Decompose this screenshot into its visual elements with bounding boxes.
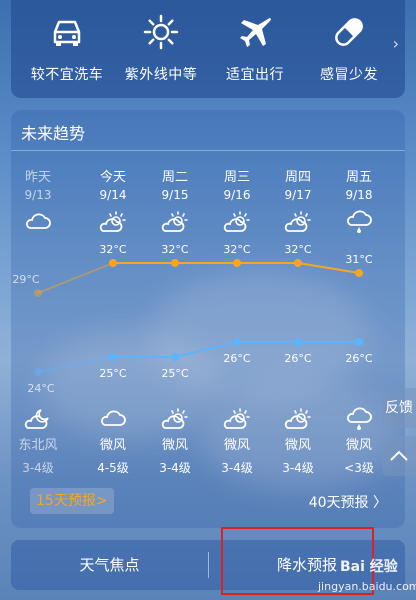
partly-cloudy-icon (161, 408, 188, 429)
day-date: 9/18 (345, 188, 373, 202)
low-temp-label: 26°C (284, 352, 311, 365)
partly-cloudy-icon (223, 408, 250, 429)
wind-level: 3-4级 (159, 461, 191, 475)
forecast-40-day-button[interactable]: 40天预报 〉 (309, 492, 387, 512)
partly-cloudy-icon (284, 408, 311, 429)
life-item-cold[interactable]: 感冒少发 (303, 0, 395, 98)
high-temp-label: 32°C (161, 243, 188, 256)
life-item-car-wash[interactable]: 较不宜洗车 (21, 0, 113, 98)
low-temp-point (34, 368, 42, 376)
high-temp-point (294, 259, 302, 267)
pill-icon (335, 18, 363, 46)
day-date: 9/13 (24, 188, 52, 202)
high-temp-label: 32°C (99, 243, 126, 256)
collapse-button[interactable] (382, 436, 416, 476)
sun-uv-icon (143, 14, 179, 50)
high-temp-point (34, 289, 42, 297)
day-date: 9/16 (223, 188, 251, 202)
chevron-right-icon[interactable]: › (393, 34, 399, 53)
partly-cloudy-icon (99, 211, 126, 232)
day-name: 周五 (345, 170, 372, 185)
wind-level: 3-4级 (221, 461, 253, 475)
high-temp-label: 31°C (345, 253, 372, 266)
partly-cloudy-icon (284, 211, 311, 232)
low-temp-point (171, 353, 179, 361)
wind-level: 3-4级 (282, 461, 314, 475)
high-temp-label: 32°C (223, 243, 250, 256)
partly-cloudy-icon (223, 211, 250, 232)
high-temp-point (233, 259, 241, 267)
cloudy-icon (26, 213, 51, 229)
trend-card: 未来趋势 29°C 32°C 32°C 32°C 32°C 31°C 24°C 25°C 25°… (11, 110, 405, 528)
baidu-jingyan-watermark: Bai 经验 jingyan.baidu.com (258, 556, 416, 596)
wind-level: <3级 (344, 461, 374, 475)
life-item-label: 感冒少发 (320, 67, 378, 83)
life-item-label: 较不宜洗车 (30, 67, 104, 83)
day-name: 昨天 (24, 170, 51, 185)
high-temp-segment (37, 262, 114, 294)
wind-direction: 微风 (345, 438, 372, 453)
low-temp-point (355, 338, 363, 346)
low-temp-point (233, 338, 241, 346)
low-temp-point (109, 353, 117, 361)
day-name: 今天 (99, 170, 126, 185)
wind-direction: 微风 (284, 438, 311, 453)
life-item-label: 适宜出行 (226, 67, 284, 83)
wind-direction: 微风 (223, 438, 250, 453)
car-wash-icon (53, 20, 81, 46)
high-temp-point (171, 259, 179, 267)
low-temp-label: 25°C (161, 367, 188, 380)
wind-direction: 微风 (161, 438, 188, 453)
high-temp-point (109, 259, 117, 267)
tab-weather-focus[interactable]: 天气焦点 (11, 540, 208, 590)
feedback-button[interactable]: 反馈 (382, 388, 416, 428)
rain-icon (347, 407, 372, 430)
high-temp-label: 32°C (284, 243, 311, 256)
day-date: 9/17 (284, 188, 312, 202)
low-temp-label: 24°C (27, 382, 54, 395)
high-temp-point (355, 269, 363, 277)
cloudy-icon (101, 410, 126, 426)
wind-direction: 微风 (99, 438, 126, 453)
cloudy-moon-icon (24, 409, 49, 429)
low-temp-label: 25°C (99, 367, 126, 380)
partly-cloudy-icon (161, 211, 188, 232)
day-name: 周三 (223, 170, 250, 185)
day-name: 周四 (284, 170, 311, 185)
life-item-travel[interactable]: 适宜出行 (209, 0, 301, 98)
day-date: 9/14 (99, 188, 127, 202)
wind-direction: 东北风 (18, 438, 58, 453)
wind-level: 3-4级 (22, 461, 54, 475)
airplane-icon (240, 18, 271, 47)
rain-icon (347, 210, 372, 233)
low-temp-point (294, 338, 302, 346)
wind-level: 4-5级 (97, 461, 129, 475)
low-temp-label: 26°C (345, 352, 372, 365)
low-temp-label: 26°C (223, 352, 250, 365)
forecast-15-day-button[interactable]: 15天预报> (30, 488, 114, 514)
day-date: 9/15 (161, 188, 189, 202)
life-item-uv[interactable]: 紫外线中等 (115, 0, 207, 98)
life-index-card: 较不宜洗车 紫外线中等 适宜出行 感冒少发 › (11, 0, 405, 98)
life-item-label: 紫外线中等 (124, 67, 198, 83)
watermark-url: jingyan.baidu.com (318, 580, 416, 593)
high-temp-label: 29°C (12, 273, 39, 286)
chevron-up-icon (390, 450, 408, 461)
watermark-logo: Bai 经验 (340, 559, 398, 575)
day-name: 周二 (161, 170, 188, 185)
